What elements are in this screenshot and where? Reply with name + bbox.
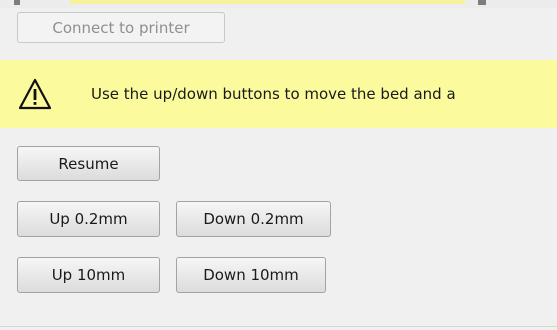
warning-triangle-icon — [18, 78, 52, 110]
warning-message: Use the up/down buttons to move the bed … — [91, 85, 456, 103]
top-strip-highlight — [70, 0, 465, 4]
top-strip-edge-left — [14, 0, 20, 5]
bottom-divider — [0, 326, 557, 327]
warning-banner: Use the up/down buttons to move the bed … — [0, 60, 557, 128]
up-0-2mm-button[interactable]: Up 0.2mm — [17, 201, 160, 237]
down-10mm-button[interactable]: Down 10mm — [176, 257, 326, 293]
resume-button[interactable]: Resume — [17, 146, 160, 181]
top-strip — [0, 0, 557, 8]
up-10mm-button[interactable]: Up 10mm — [17, 257, 160, 293]
top-strip-edge-right — [478, 0, 486, 5]
down-0-2mm-button[interactable]: Down 0.2mm — [176, 201, 331, 237]
connect-to-printer-button[interactable]: Connect to printer — [17, 12, 225, 43]
